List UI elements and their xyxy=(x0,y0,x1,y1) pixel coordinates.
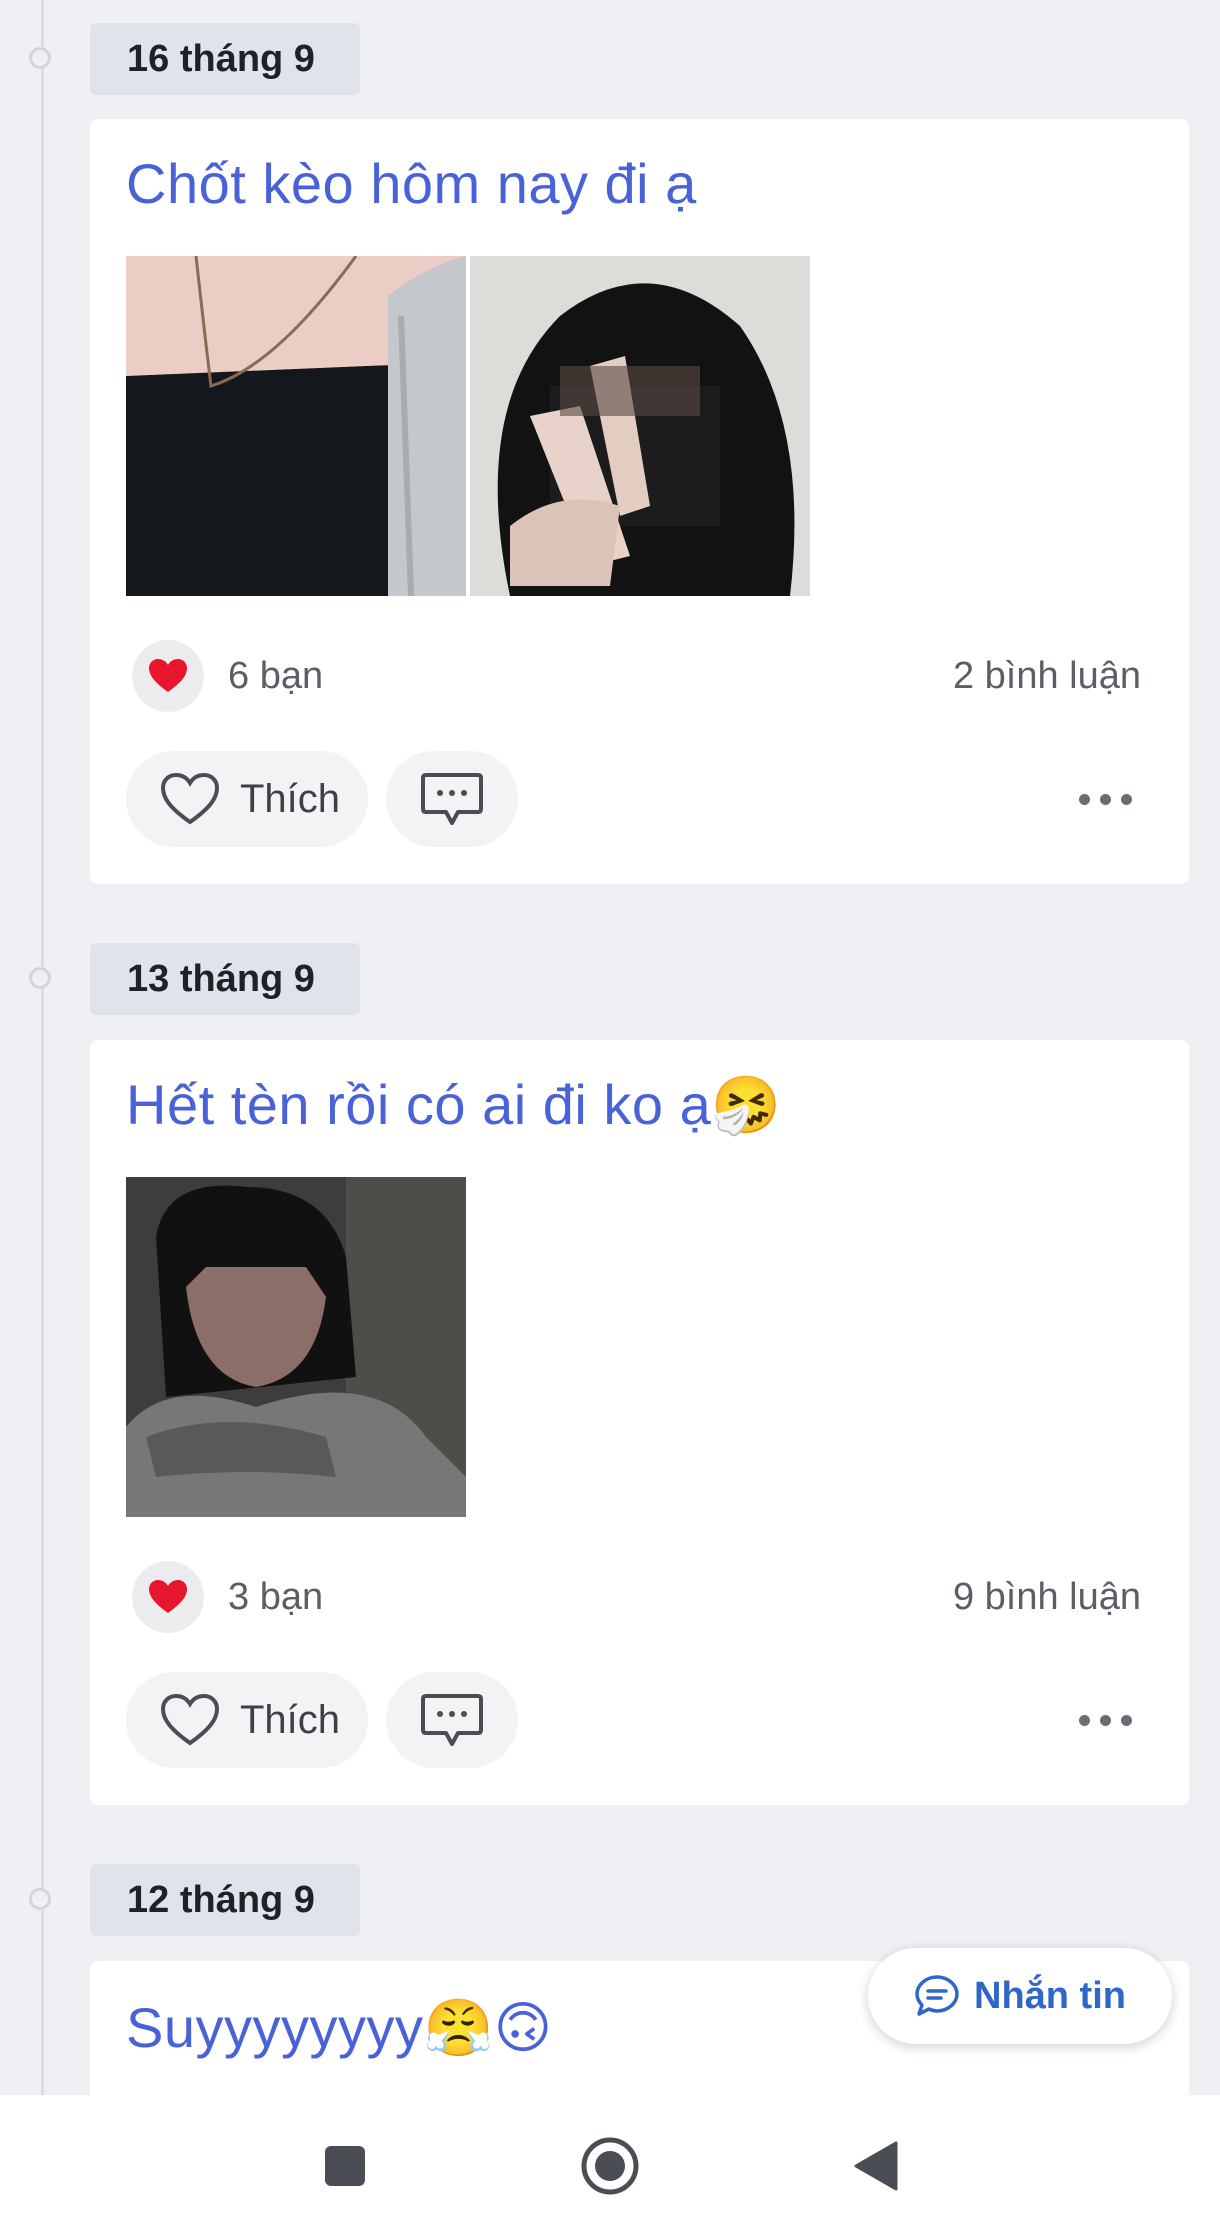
like-button[interactable]: Thích xyxy=(126,751,368,847)
timeline-line xyxy=(41,0,44,2095)
more-options-button[interactable] xyxy=(1065,769,1145,829)
dot-icon xyxy=(1078,1714,1090,1726)
heart-reaction-badge[interactable] xyxy=(132,640,204,712)
dot-icon xyxy=(1120,1714,1132,1726)
reaction-count[interactable]: 6 bạn xyxy=(228,655,323,698)
back-button[interactable] xyxy=(806,2095,946,2237)
dot-icon xyxy=(1120,793,1132,805)
heart-reaction-badge[interactable] xyxy=(132,1561,204,1633)
like-label: Thích xyxy=(240,776,341,821)
post-title[interactable]: Suyyyyyyyy😤🙃 xyxy=(126,1995,553,2061)
system-navigation-bar xyxy=(0,2095,1220,2237)
comment-button[interactable] xyxy=(386,1672,518,1768)
heart-outline-icon xyxy=(160,772,220,825)
comment-count[interactable]: 9 bình luận xyxy=(953,1576,1141,1619)
square-recents-icon xyxy=(325,2146,365,2186)
message-button-label: Nhắn tin xyxy=(974,1974,1126,2017)
post-photo[interactable] xyxy=(126,1177,466,1517)
like-button[interactable]: Thích xyxy=(126,1672,368,1768)
recents-button[interactable] xyxy=(275,2095,415,2237)
post-card[interactable]: Hết tèn rồi có ai đi ko ạ🤧 3 bạn 9 bình … xyxy=(90,1040,1189,1805)
reaction-count[interactable]: 3 bạn xyxy=(228,1576,323,1619)
post-card[interactable]: Chốt kèo hôm nay đi ạ 6 bạn 2 bình luận … xyxy=(90,119,1189,884)
timeline-dot xyxy=(29,967,51,989)
comment-icon xyxy=(421,773,483,825)
dot-icon xyxy=(1078,793,1090,805)
message-button[interactable]: Nhắn tin xyxy=(868,1948,1172,2044)
date-label: 16 tháng 9 xyxy=(90,23,360,95)
heart-outline-icon xyxy=(160,1693,220,1746)
comment-button[interactable] xyxy=(386,751,518,847)
dot-icon xyxy=(1099,1714,1111,1726)
date-label: 12 tháng 9 xyxy=(90,1864,360,1936)
more-options-button[interactable] xyxy=(1065,1690,1145,1750)
chat-bubble-icon xyxy=(915,1975,959,2016)
dot-icon xyxy=(1099,793,1111,805)
comment-icon xyxy=(421,1694,483,1746)
timeline-dot xyxy=(29,47,51,69)
heart-icon xyxy=(149,659,187,692)
post-photo[interactable] xyxy=(126,256,466,596)
date-label: 13 tháng 9 xyxy=(90,943,360,1015)
post-title[interactable]: Chốt kèo hôm nay đi ạ xyxy=(126,151,697,216)
post-title[interactable]: Hết tèn rồi có ai đi ko ạ🤧 xyxy=(126,1072,781,1138)
triangle-back-icon xyxy=(854,2141,898,2191)
heart-icon xyxy=(149,1580,187,1613)
circle-home-icon xyxy=(581,2137,639,2195)
post-photo[interactable] xyxy=(470,256,810,596)
home-button[interactable] xyxy=(540,2095,680,2237)
comment-count[interactable]: 2 bình luận xyxy=(953,655,1141,698)
timeline-dot xyxy=(29,1888,51,1910)
like-label: Thích xyxy=(240,1697,341,1742)
